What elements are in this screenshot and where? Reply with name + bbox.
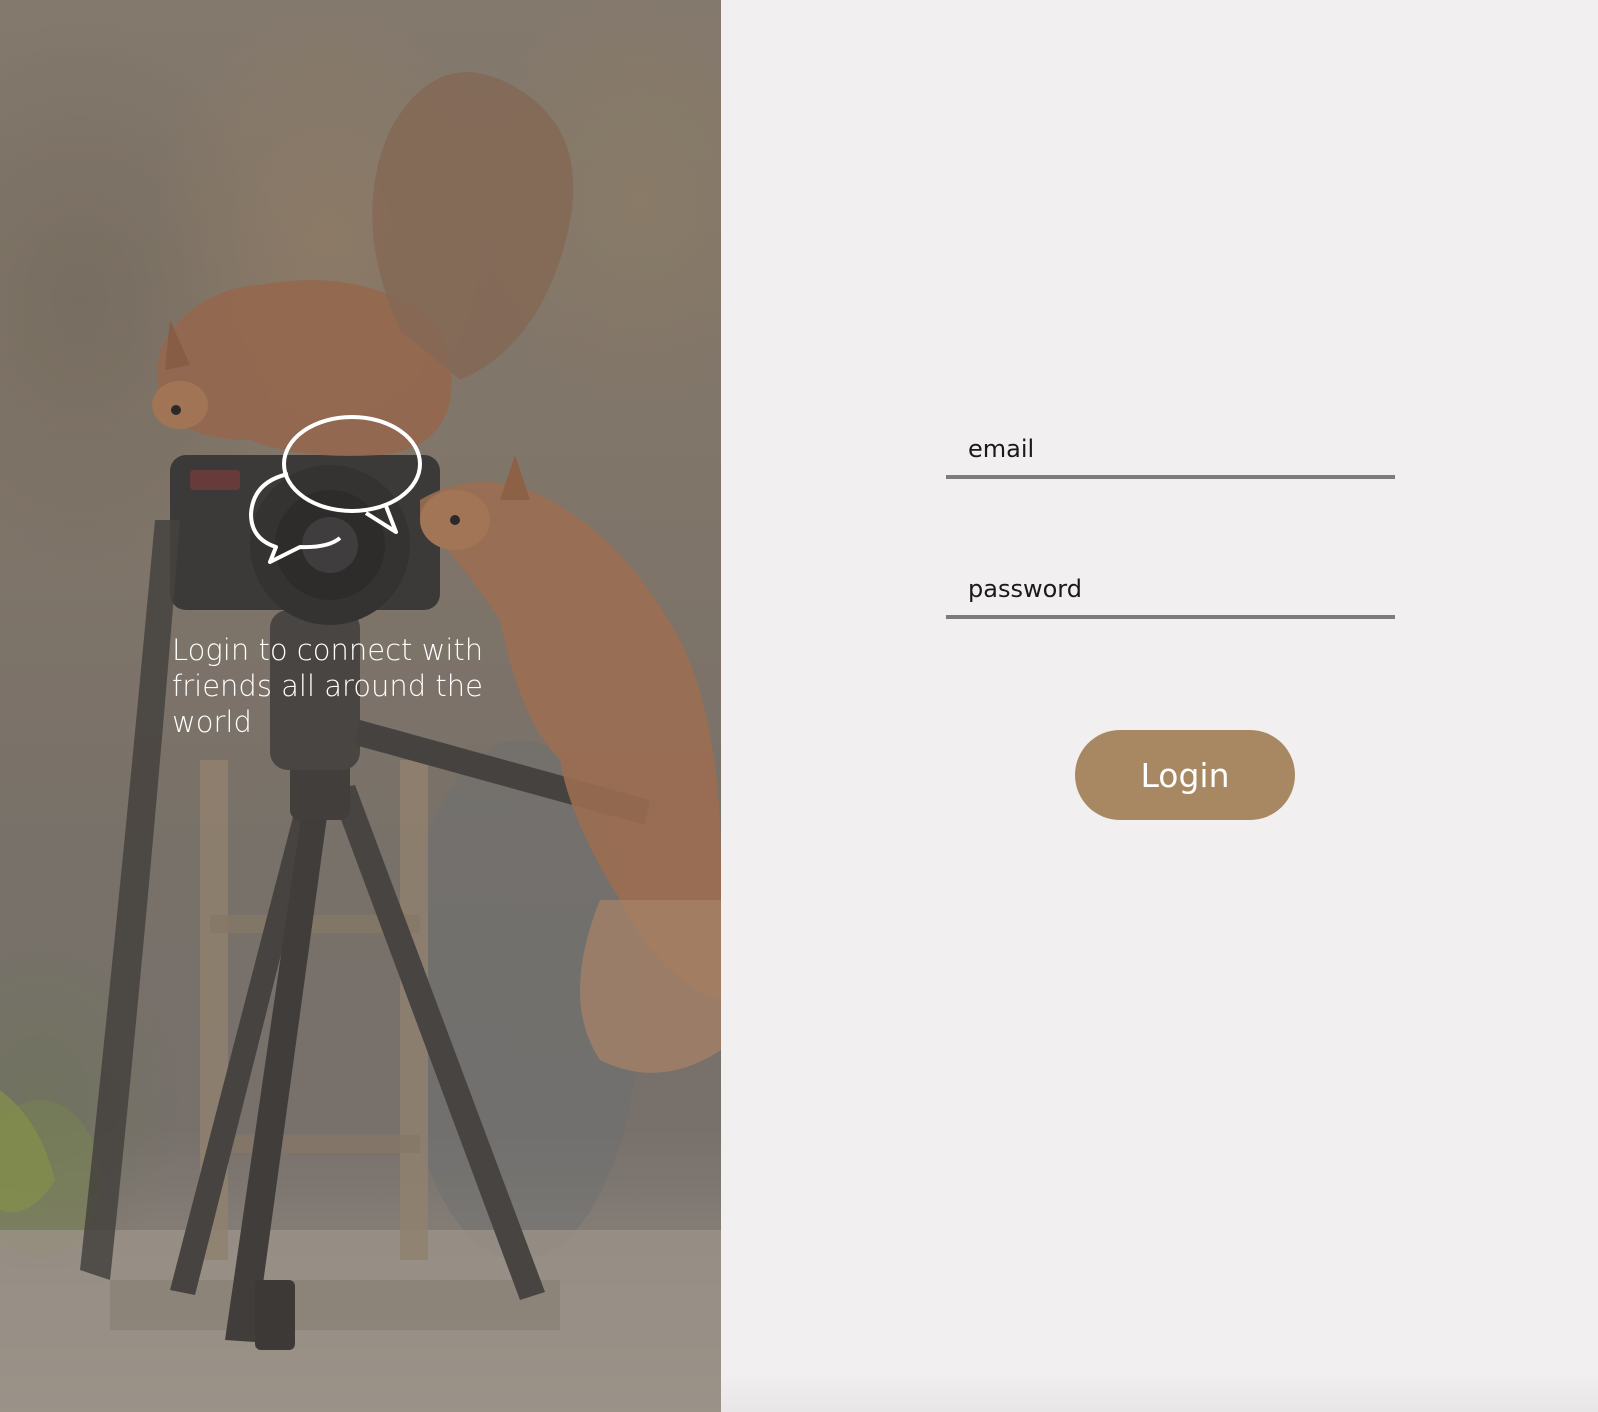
hero-tagline: Login to connect with friends all around…	[172, 633, 484, 739]
chat-bubbles-icon	[249, 415, 422, 564]
hero-panel: Login to connect with friends all around…	[0, 0, 721, 1412]
email-field[interactable]	[946, 423, 1395, 479]
login-form-panel: Login	[721, 0, 1598, 1412]
login-button[interactable]: Login	[1075, 730, 1295, 820]
password-field[interactable]	[946, 563, 1395, 619]
bottom-shade	[721, 1372, 1598, 1412]
